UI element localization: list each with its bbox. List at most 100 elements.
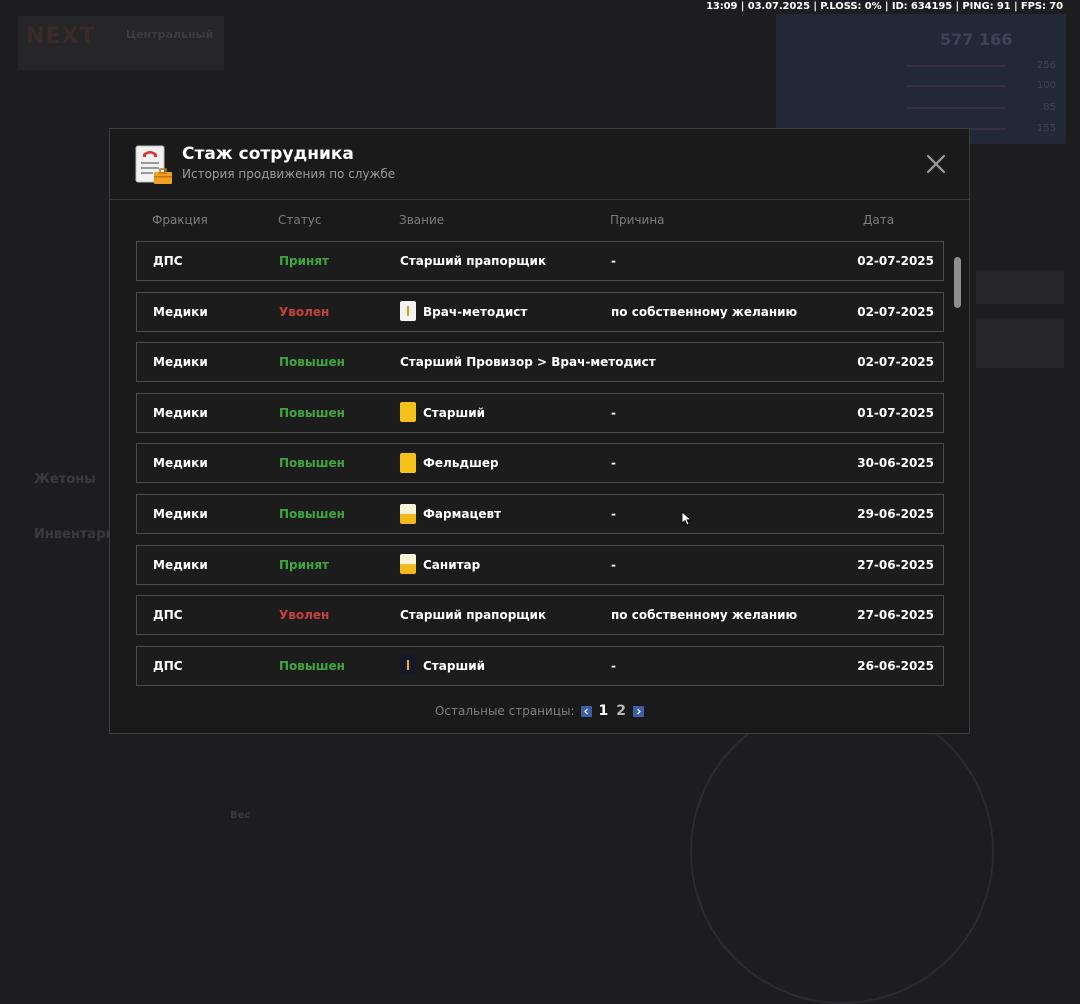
reason-cell: по собственному желанию [611, 608, 798, 623]
status-cell: Повышен [279, 507, 345, 521]
faction-cell: ДПС [153, 608, 183, 623]
rank-cell: Старший [400, 394, 485, 432]
column-header-status: Статус [278, 213, 322, 227]
column-header-date: Дата [863, 213, 895, 227]
stat-health: 256 [906, 60, 1056, 72]
rank-label: Врач-методист [423, 304, 528, 319]
reason-cell: - [611, 405, 616, 420]
history-row: ДПС Повышен Старший - 26-06-2025 [136, 645, 944, 686]
rank-cell: Фармацевт [400, 495, 501, 533]
rank-label: Старший [423, 658, 486, 673]
rank-cell: Старший [400, 647, 485, 685]
date-cell: 26-06-2025 [857, 658, 934, 673]
status-cell: Повышен [279, 405, 345, 420]
date-cell: 27-06-2025 [857, 557, 934, 572]
document-briefcase-icon [135, 145, 172, 184]
employee-tenure-modal: Стаж сотрудника История продвижения по с… [109, 128, 970, 734]
rank-insignia-icon [400, 554, 416, 575]
stat-armor: 100 [906, 80, 1056, 92]
faction-cell: Медики [153, 355, 208, 370]
rank-label: Санитар [423, 557, 481, 572]
status-cell: Принят [279, 557, 329, 572]
status-cell: Уволен [279, 608, 330, 623]
faction-cell: Медики [153, 557, 208, 572]
rank-cell: Врач-методист [400, 293, 527, 331]
reason-cell: - [611, 456, 616, 471]
status-cell: Повышен [279, 456, 345, 471]
rank-label: Старший [423, 405, 486, 420]
status-cell: Повышен [279, 355, 345, 370]
date-cell: 29-06-2025 [857, 507, 934, 521]
logo-mark: NEXT [26, 24, 96, 49]
faction-cell: ДПС [153, 254, 183, 268]
pagination: Остальные страницы: 1 2 [110, 703, 969, 719]
modal-header: Стаж сотрудника История продвижения по с… [110, 129, 969, 200]
stat-food: 85 [906, 102, 1056, 114]
history-row: Медики Повышен Фармацевт - 29-06-2025 [136, 494, 944, 534]
server-logo: NEXT Центральный [18, 16, 224, 70]
history-row: Медики Уволен Врач-методист по собственному… [136, 291, 944, 332]
status-line: 13:09 | 03.07.2025 | P.LOSS: 0% | ID: 63… [706, 1, 1063, 12]
chevron-right-icon[interactable] [633, 705, 645, 717]
date-cell: 27-06-2025 [857, 608, 934, 623]
rank-label: Фармацевт [423, 507, 502, 521]
rank-cell: Старший прапорщик [400, 596, 546, 634]
column-header-faction: Фракция [152, 213, 208, 227]
bg-inventory-label: Инвентарь [34, 527, 114, 542]
reason-cell: - [611, 658, 616, 673]
rank-insignia-icon [400, 301, 416, 322]
faction-cell: Медики [153, 507, 208, 521]
rank-insignia-icon [400, 655, 416, 676]
bg-side-block [976, 270, 1064, 304]
rank-cell: Старший Провизор > Врач-методист [400, 343, 656, 381]
bg-tokens-label: Жетоны [34, 472, 96, 487]
history-list: ДПС Принят Старший прапорщик -02-07-2025 Мед… [136, 241, 946, 687]
reason-cell: - [611, 557, 616, 572]
column-header-reason: Причина [610, 213, 665, 227]
rank-insignia-icon [400, 452, 416, 473]
rank-cell: Старший прапорщик [400, 242, 546, 280]
history-row: Медики Повышен Старший - 01-07-2025 [136, 392, 944, 433]
rank-cell: Фельдшер [400, 444, 499, 482]
rank-insignia-icon [400, 503, 416, 524]
faction-cell: Медики [153, 405, 208, 420]
reason-cell: - [611, 507, 616, 521]
date-cell: 01-07-2025 [857, 405, 934, 420]
bg-side-block [976, 318, 1064, 368]
server-name: Центральный [126, 28, 214, 41]
history-row: Медики Повышен Фельдшер - 30-06-2025 [136, 443, 944, 484]
date-cell: 30-06-2025 [857, 456, 934, 471]
status-cell: Повышен [279, 658, 345, 673]
history-row: Медики Принят Санитар - 27-06-2025 [136, 544, 944, 585]
date-cell: 02-07-2025 [857, 254, 934, 268]
rank-label: Фельдшер [423, 456, 499, 471]
history-row: ДПС Принят Старший прапорщик - 02-07-2025 [136, 241, 944, 281]
rank-cell: Санитар [400, 546, 480, 584]
money-display: 577 166 [940, 30, 1013, 49]
page-1-button[interactable]: 1 [598, 703, 610, 719]
rank-label: Старший прапорщик [400, 254, 547, 268]
scrollbar-track [953, 255, 961, 685]
rank-label: Старший прапорщик [400, 608, 547, 623]
column-header-rank: Звание [399, 213, 445, 227]
history-row: ДПС Уволен Старший прапорщик по собственном… [136, 595, 944, 636]
status-cell: Принят [279, 254, 329, 268]
faction-cell: Медики [153, 456, 208, 471]
rank-insignia-icon [400, 402, 416, 423]
reason-cell: - [611, 254, 616, 268]
pagination-label: Остальные страницы: [434, 704, 575, 718]
chevron-left-icon[interactable] [580, 705, 592, 717]
date-cell: 02-07-2025 [857, 304, 934, 319]
modal-subtitle: История продвижения по службе [182, 167, 396, 181]
date-cell: 02-07-2025 [857, 355, 934, 370]
mouse-cursor-icon [681, 511, 693, 526]
close-icon[interactable] [925, 153, 947, 175]
bg-decoration [690, 700, 994, 1004]
rank-label: Старший Провизор > Врач-методист [400, 355, 656, 370]
faction-cell: Медики [153, 304, 208, 319]
status-cell: Уволен [279, 304, 330, 319]
modal-title: Стаж сотрудника [182, 144, 354, 164]
history-row: Медики Повышен Старший Провизор > Врач-мет… [136, 342, 944, 383]
scrollbar-thumb[interactable] [954, 257, 961, 308]
page-2-button[interactable]: 2 [615, 703, 627, 719]
